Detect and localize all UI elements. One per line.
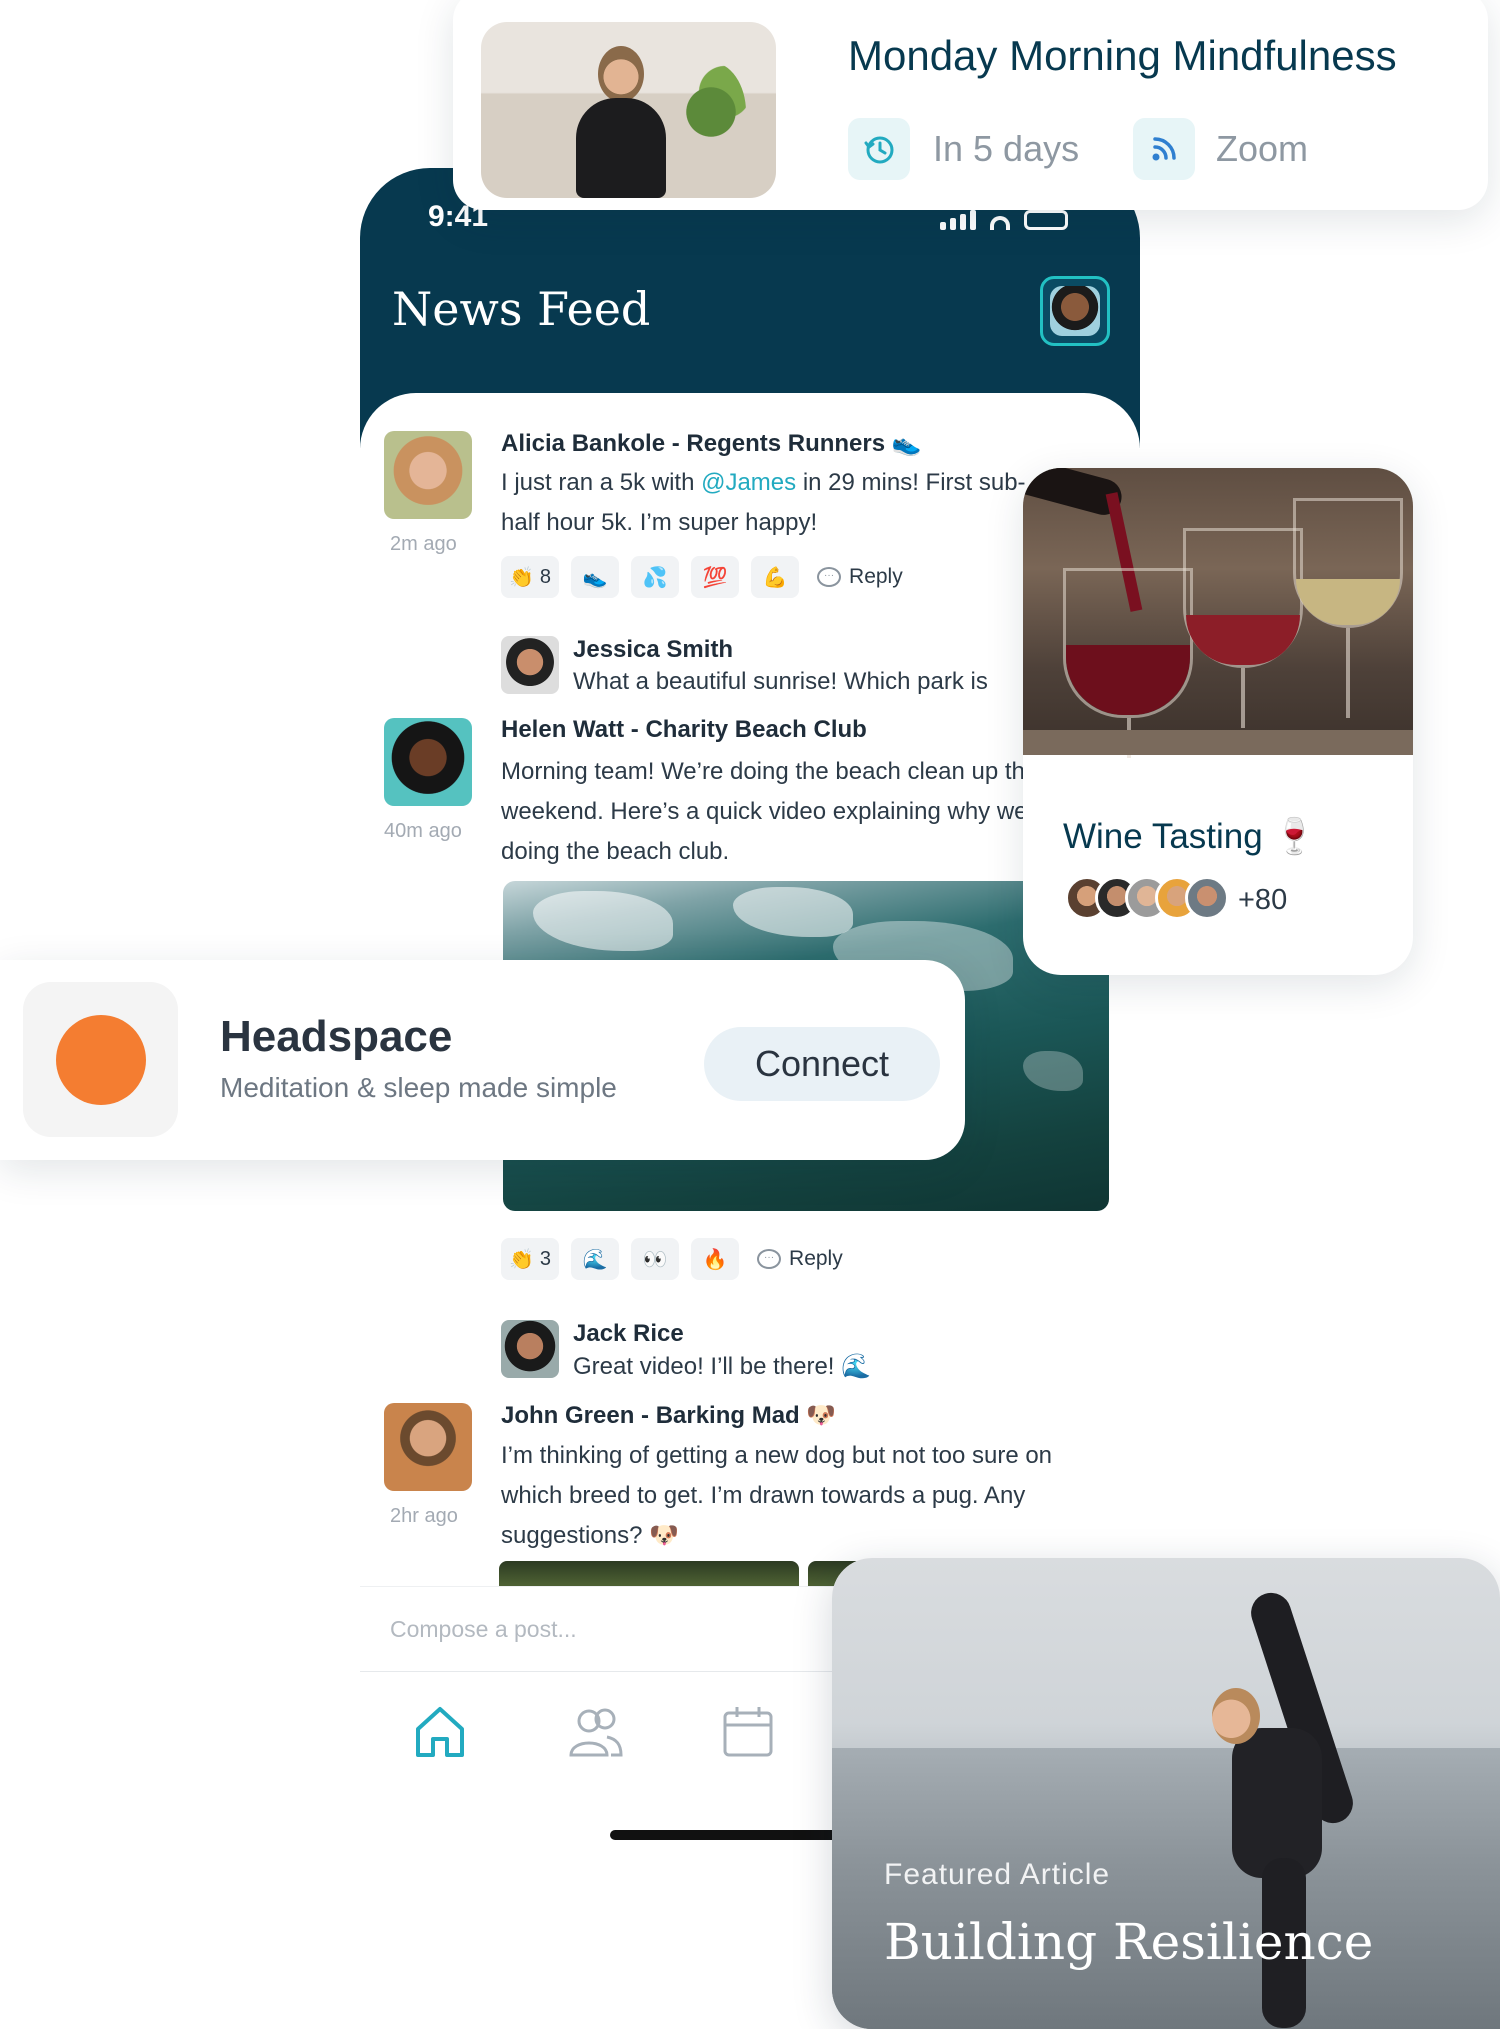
calendar-icon[interactable]: [718, 1701, 778, 1761]
reaction-chip[interactable]: 💦: [631, 556, 680, 598]
post-text: I’m thinking of getting a new dog but no…: [501, 1442, 1053, 1549]
post-text: I just ran a 5k with @James in 29 mins! …: [501, 463, 1061, 543]
reaction-chip[interactable]: 🌊: [571, 1238, 620, 1280]
reaction-bar: 👏 3 🌊 👀 🔥 ··· Reply: [501, 1238, 843, 1280]
reaction-emoji: 👀: [642, 1248, 668, 1271]
headspace-logo: [23, 982, 178, 1137]
comment-author[interactable]: Jack Rice: [573, 1320, 684, 1348]
reaction-count: 3: [539, 1247, 552, 1270]
avatar[interactable]: [384, 431, 472, 519]
wine-glass: [1063, 568, 1193, 718]
clock-icon-glyph: [864, 136, 894, 164]
reaction-count: 8: [539, 565, 552, 588]
reaction-emoji: 🌊: [582, 1248, 608, 1271]
reaction-emoji: 👟: [582, 566, 608, 589]
signal-icon: [940, 210, 976, 230]
event-platform: Zoom: [1216, 128, 1309, 169]
comment-text: Great video! I’ll be there! 🌊: [573, 1353, 872, 1380]
reaction-chip[interactable]: 🔥: [691, 1238, 740, 1280]
clock-icon: [848, 118, 910, 180]
reaction-chip[interactable]: 💪: [751, 556, 800, 598]
people-icon[interactable]: [565, 1701, 625, 1761]
post-text-part: I just ran a 5k with: [501, 469, 702, 496]
table-surface: [1023, 730, 1413, 755]
reaction-emoji: 👏: [509, 566, 534, 589]
reply-label: Reply: [849, 565, 903, 588]
post-author[interactable]: John Green - Barking Mad 🐶: [501, 1401, 836, 1430]
wine-glass: [1293, 498, 1403, 628]
wine-photo: [1023, 468, 1413, 758]
reply-button[interactable]: ··· Reply: [817, 565, 903, 589]
reaction-emoji: 💯: [702, 566, 728, 589]
event-when: In 5 days: [933, 128, 1080, 169]
glass-stem: [1241, 668, 1245, 728]
post-time: 40m ago: [384, 820, 462, 842]
app-description: Meditation & sleep made simple: [220, 1072, 617, 1103]
post-time: 2m ago: [390, 533, 457, 555]
wifi-icon: [990, 216, 1010, 230]
headspace-card: Headspace Meditation & sleep made simple…: [0, 960, 965, 1160]
article-kicker: Featured Article: [884, 1858, 1111, 1891]
reaction-chip[interactable]: 👏 3: [501, 1238, 560, 1280]
reaction-emoji: 🔥: [702, 1248, 728, 1271]
page-title: News Feed: [392, 282, 651, 336]
attendee-avatars[interactable]: [1065, 876, 1229, 920]
post-author[interactable]: Helen Watt - Charity Beach Club: [501, 716, 867, 744]
glass-stem: [1346, 628, 1350, 718]
orange-circle-icon: [55, 1014, 146, 1105]
connect-button[interactable]: Connect: [704, 1027, 940, 1101]
wine-tasting-card[interactable]: Wine Tasting 🍷 +80: [1023, 468, 1413, 975]
reply-label: Reply: [789, 1247, 843, 1270]
reply-button[interactable]: ··· Reply: [757, 1247, 843, 1271]
battery-icon: [1024, 210, 1068, 230]
avatar[interactable]: [501, 636, 559, 694]
reaction-emoji: 💦: [642, 566, 668, 589]
article-title: Building Resilience: [884, 1913, 1374, 1971]
status-icons: [940, 210, 1068, 230]
reaction-emoji: 💪: [762, 566, 788, 589]
event-thumbnail: [481, 22, 776, 198]
event-card[interactable]: Monday Morning Mindfulness In 5 days Zoo…: [453, 0, 1488, 210]
comment-text: What a beautiful sunrise! Which park is: [573, 668, 988, 695]
broadcast-icon: [1133, 118, 1195, 180]
post-time: 2hr ago: [390, 1505, 458, 1527]
avatar[interactable]: [384, 1403, 472, 1491]
compose-input[interactable]: [390, 1607, 890, 1651]
reaction-chip[interactable]: 👟: [571, 556, 620, 598]
post-author[interactable]: Alicia Bankole - Regents Runners 👟: [501, 429, 922, 458]
avatar: [1185, 876, 1229, 920]
speech-bubble-icon: ···: [757, 1249, 782, 1269]
home-icon[interactable]: [410, 1701, 470, 1761]
broadcast-icon-glyph: [1152, 137, 1176, 161]
avatar[interactable]: [501, 1320, 559, 1378]
featured-article-card[interactable]: Featured Article Building Resilience: [832, 1558, 1500, 2029]
plastic-debris: [733, 887, 853, 937]
plastic-debris: [533, 891, 673, 951]
profile-avatar-button[interactable]: [1040, 276, 1110, 346]
plant: [676, 62, 746, 162]
speech-bubble-icon: ···: [817, 567, 842, 587]
reaction-chip[interactable]: 👏 8: [501, 556, 560, 598]
wine-glass: [1183, 528, 1303, 668]
instructor-figure: [576, 46, 666, 198]
reaction-bar: 👏 8 👟 💦 💯 💪 ··· Reply: [501, 556, 903, 598]
plastic-debris: [1023, 1051, 1083, 1091]
attendee-count: +80: [1238, 884, 1288, 916]
event-title: Wine Tasting 🍷: [1063, 817, 1317, 856]
app-name: Headspace: [220, 1012, 453, 1061]
avatar[interactable]: [384, 718, 472, 806]
reaction-chip[interactable]: 👀: [631, 1238, 680, 1280]
reaction-chip[interactable]: 💯: [691, 556, 740, 598]
comment-author[interactable]: Jessica Smith: [573, 636, 733, 664]
avatar: [1050, 286, 1100, 336]
reaction-emoji: 👏: [509, 1248, 534, 1271]
event-title: Monday Morning Mindfulness: [848, 32, 1397, 79]
post-text: Morning team! We’re doing the beach clea…: [501, 758, 1055, 865]
mention-link[interactable]: @James: [701, 469, 796, 496]
